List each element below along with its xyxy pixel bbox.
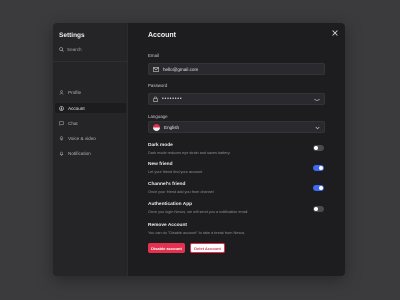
setting-title: Dark mode	[148, 143, 173, 148]
search-icon	[59, 47, 64, 52]
account-icon	[59, 105, 64, 111]
flag-icon	[153, 123, 160, 131]
disable-account-button[interactable]: Disable account	[148, 243, 185, 253]
eye-icon[interactable]	[314, 97, 320, 101]
setting-description: Once your friend add you from channel	[148, 190, 214, 194]
language-label: Language	[148, 114, 168, 119]
account-panel: Account Email hello@gmail.com Password •…	[148, 23, 325, 276]
new-friend-toggle[interactable]	[313, 165, 324, 171]
sidebar-item-profile[interactable]: Profile	[55, 87, 126, 97]
dark-mode-toggle[interactable]	[313, 145, 324, 151]
chat-icon	[59, 121, 64, 126]
email-label: Email	[148, 53, 159, 58]
sidebar-search[interactable]: Search	[59, 47, 82, 52]
remove-account-title: Remove Account	[148, 223, 188, 228]
lock-icon	[153, 96, 158, 102]
sidebar-title: Settings	[59, 32, 85, 39]
user-icon	[59, 89, 64, 95]
password-label: Password	[148, 83, 168, 88]
sidebar-item-notification[interactable]: Notification	[55, 148, 126, 158]
sidebar-item-label: Profile	[68, 89, 82, 95]
search-label: Search	[67, 47, 82, 52]
delete-account-button[interactable]: Delet Account	[190, 243, 225, 253]
microphone-icon	[59, 135, 64, 141]
setting-title: Authentication App	[148, 202, 193, 207]
email-value: hello@gmail.com	[163, 66, 199, 72]
sidebar-item-label: Chat	[68, 120, 78, 126]
mail-icon	[153, 66, 159, 72]
setting-title: Channel's friend	[148, 182, 186, 187]
password-field[interactable]: ••••••••	[148, 93, 325, 105]
sidebar-item-voice-video[interactable]: Voice & video	[55, 133, 126, 143]
setting-description: Dark mode reduces eye strain and saves b…	[148, 151, 231, 155]
settings-sidebar: Settings Search Profile Account Chat Voi…	[53, 23, 128, 276]
close-icon[interactable]	[331, 29, 339, 37]
setting-title: New friend	[148, 162, 173, 167]
sidebar-item-label: Notification	[68, 150, 91, 156]
sidebar-item-label: Account	[68, 105, 85, 111]
setting-description: Let your friend find your account	[148, 170, 203, 174]
password-value: ••••••••	[162, 96, 183, 102]
language-value: English	[164, 124, 180, 130]
setting-description: Once you login Nexus, we will send you a…	[148, 210, 248, 214]
channels-friend-toggle[interactable]	[313, 185, 324, 191]
sidebar-item-chat[interactable]: Chat	[55, 118, 126, 128]
remove-account-description: You can do "Disable account" to take a b…	[148, 231, 246, 235]
email-field[interactable]: hello@gmail.com	[148, 63, 325, 75]
sidebar-item-account[interactable]: Account	[55, 103, 126, 113]
sidebar-item-label: Voice & video	[68, 135, 96, 141]
settings-modal: Settings Search Profile Account Chat Voi…	[53, 23, 345, 276]
page-title: Account	[148, 32, 176, 39]
language-select[interactable]: English	[148, 121, 325, 133]
chevron-down-icon	[315, 126, 320, 130]
sidebar-divider	[53, 61, 127, 62]
authentication-app-toggle[interactable]	[313, 206, 324, 212]
bell-icon	[59, 151, 64, 156]
